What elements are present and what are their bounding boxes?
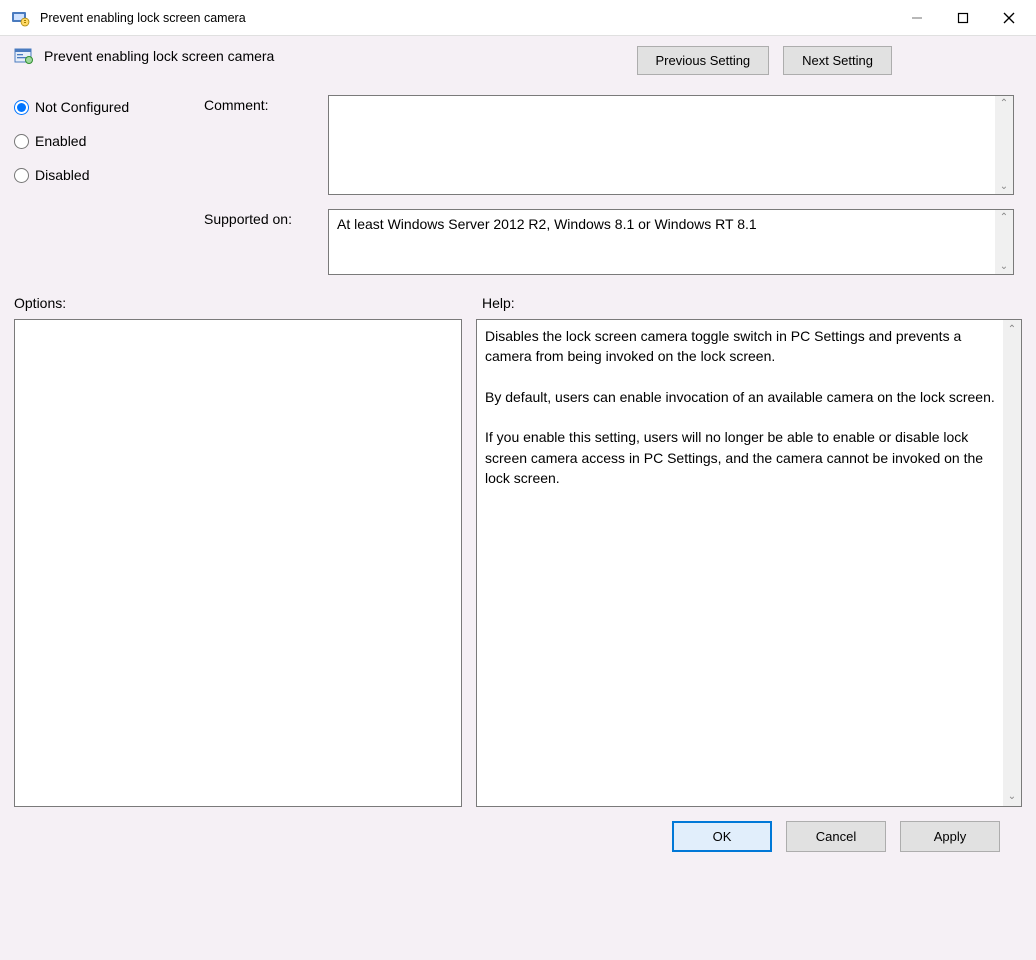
- scroll-up-icon: ⌃: [1000, 212, 1008, 223]
- policy-item-icon: [14, 46, 34, 66]
- scroll-up-icon: ⌃: [1000, 98, 1008, 109]
- next-setting-button[interactable]: Next Setting: [783, 46, 892, 75]
- radio-not-configured[interactable]: Not Configured: [14, 99, 184, 115]
- maximize-button[interactable]: [940, 2, 986, 34]
- comment-field-wrap: ⌃ ⌄: [328, 95, 1014, 195]
- radio-disabled[interactable]: Disabled: [14, 167, 184, 183]
- comment-input[interactable]: [329, 96, 995, 194]
- titlebar: Prevent enabling lock screen camera: [0, 0, 1036, 36]
- help-label: Help:: [482, 295, 515, 311]
- cancel-button[interactable]: Cancel: [786, 821, 886, 852]
- supported-label: Supported on:: [204, 209, 314, 275]
- supported-scrollbar[interactable]: ⌃ ⌄: [995, 210, 1013, 274]
- radio-disabled-input[interactable]: [14, 168, 29, 183]
- scroll-down-icon: ⌄: [1000, 181, 1008, 192]
- supported-on-value: At least Windows Server 2012 R2, Windows…: [329, 210, 995, 274]
- radio-enabled-input[interactable]: [14, 134, 29, 149]
- radio-not-configured-input[interactable]: [14, 100, 29, 115]
- comment-scrollbar[interactable]: ⌃ ⌄: [995, 96, 1013, 194]
- radio-disabled-label: Disabled: [35, 167, 89, 183]
- ok-button[interactable]: OK: [672, 821, 772, 852]
- policy-icon: [10, 8, 30, 28]
- window-title: Prevent enabling lock screen camera: [40, 11, 246, 25]
- minimize-button[interactable]: [894, 2, 940, 34]
- policy-title: Prevent enabling lock screen camera: [44, 48, 274, 64]
- previous-setting-button[interactable]: Previous Setting: [637, 46, 770, 75]
- help-scrollbar[interactable]: ⌃ ⌄: [1003, 320, 1021, 806]
- apply-button[interactable]: Apply: [900, 821, 1000, 852]
- options-pane: [14, 319, 462, 807]
- dialog-footer: OK Cancel Apply: [14, 807, 1022, 866]
- options-content: [15, 320, 461, 806]
- scroll-up-icon: ⌃: [1008, 324, 1016, 335]
- options-label: Options:: [14, 295, 462, 311]
- scroll-down-icon: ⌄: [1000, 261, 1008, 272]
- scroll-down-icon: ⌄: [1008, 791, 1016, 802]
- supported-field-wrap: At least Windows Server 2012 R2, Windows…: [328, 209, 1014, 275]
- radio-not-configured-label: Not Configured: [35, 99, 129, 115]
- close-button[interactable]: [986, 2, 1032, 34]
- help-pane: Disables the lock screen camera toggle s…: [476, 319, 1022, 807]
- radio-enabled-label: Enabled: [35, 133, 86, 149]
- comment-label: Comment:: [204, 95, 314, 195]
- radio-enabled[interactable]: Enabled: [14, 133, 184, 149]
- help-text: Disables the lock screen camera toggle s…: [477, 320, 1003, 806]
- state-radio-group: Not Configured Enabled Disabled: [14, 95, 184, 275]
